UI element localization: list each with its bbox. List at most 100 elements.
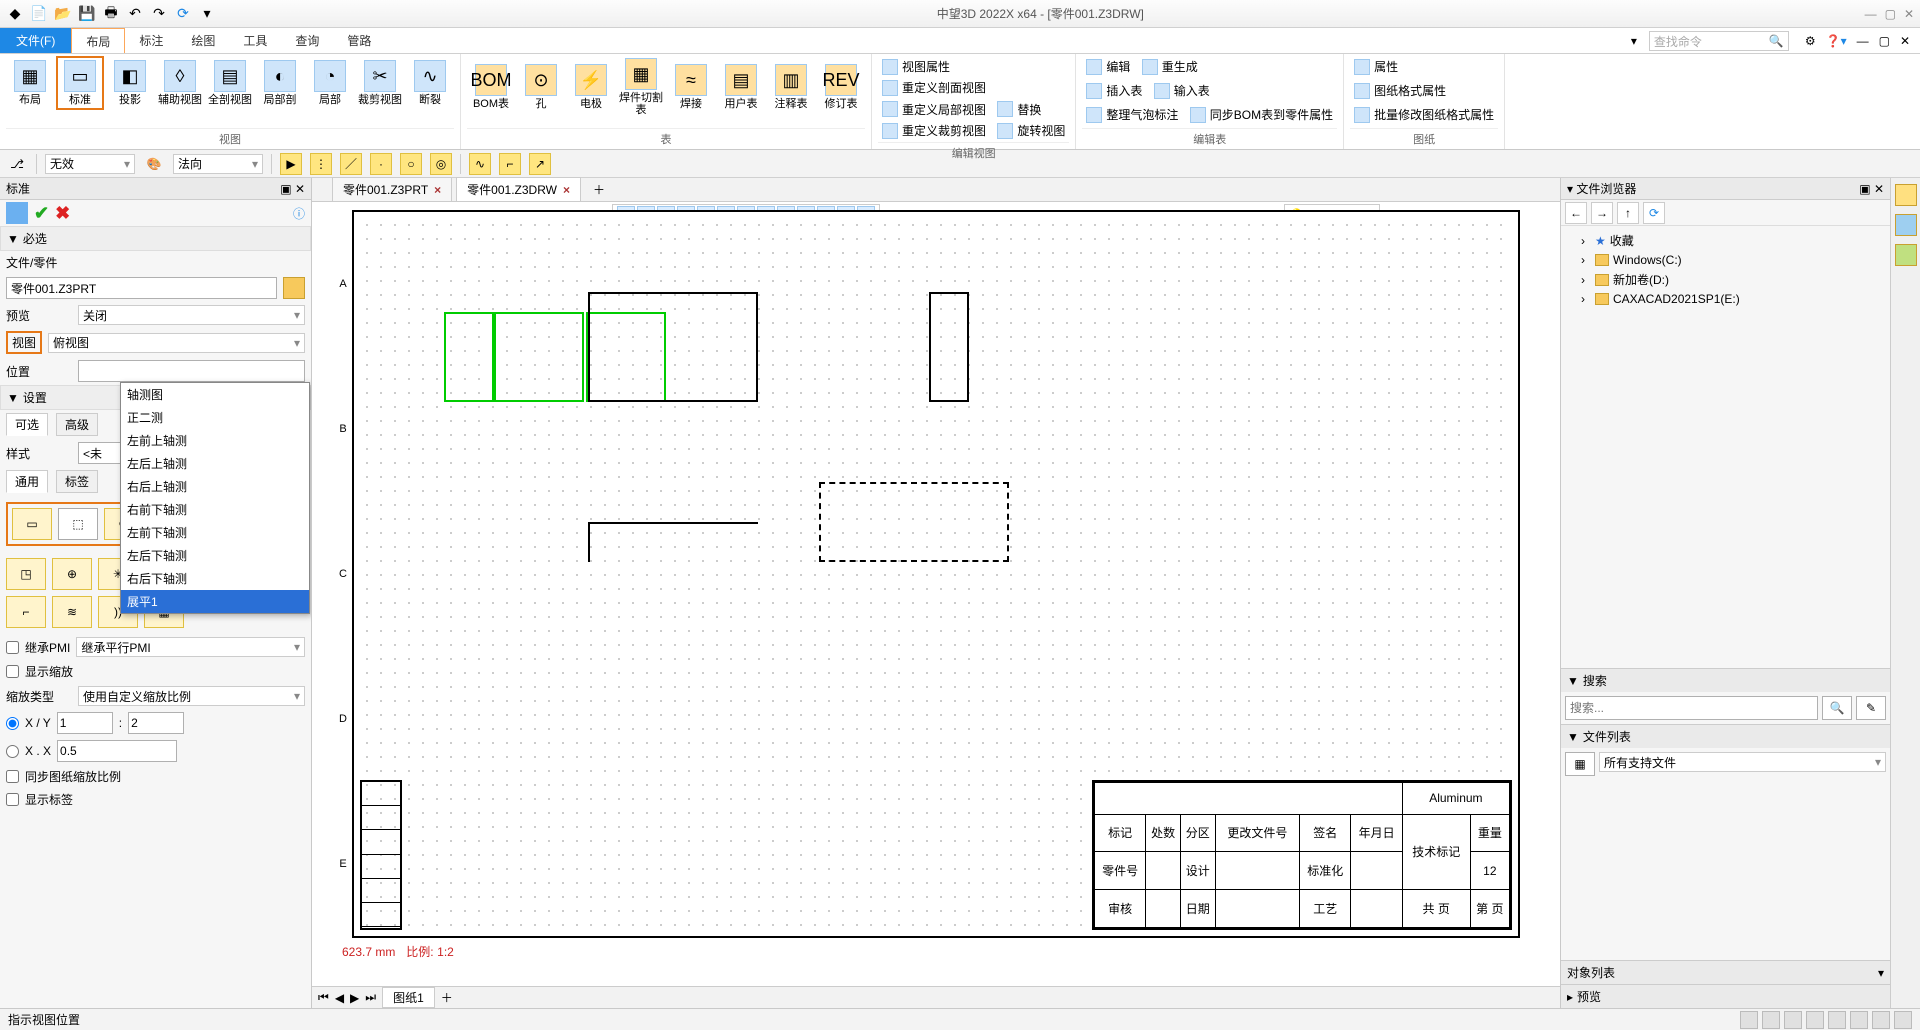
- inp-xy-a[interactable]: [57, 712, 113, 734]
- open-icon[interactable]: 📂: [54, 5, 72, 23]
- subtab-label[interactable]: 标签: [56, 470, 98, 493]
- dispmode-2[interactable]: ⬚: [58, 508, 98, 540]
- btn-view-props[interactable]: 视图属性: [878, 56, 1069, 77]
- new-icon[interactable]: 📄: [30, 5, 48, 23]
- section-required[interactable]: ▼ 必选: [0, 226, 311, 251]
- sheet-tab-1[interactable]: 图纸1: [382, 987, 435, 1008]
- dd-inherit-parallel[interactable]: 继承平行PMI: [76, 637, 305, 657]
- fr-1[interactable]: [1895, 184, 1917, 206]
- dd-filefilter[interactable]: 所有支持文件: [1599, 752, 1886, 772]
- radio-xx[interactable]: [6, 745, 19, 758]
- btn-break[interactable]: ∿断裂: [406, 56, 454, 110]
- tab-draw[interactable]: 绘图: [177, 28, 229, 53]
- btn-note-table[interactable]: ▥注释表: [767, 56, 815, 118]
- minimize-icon[interactable]: —: [1865, 7, 1877, 21]
- sheet-first-icon[interactable]: ⏮: [318, 990, 329, 1005]
- snap-1[interactable]: ⋮: [310, 153, 332, 175]
- close-tab-icon[interactable]: ×: [434, 183, 441, 197]
- snap-6[interactable]: ∿: [469, 153, 491, 175]
- subtab-general[interactable]: 通用: [6, 470, 48, 493]
- btn-replace[interactable]: 替换: [993, 99, 1045, 120]
- canvas[interactable]: 💡 Layer0000 ▾ ABCDE: [312, 202, 1560, 986]
- btn-redef-local[interactable]: 重定义局部视图: [878, 99, 990, 120]
- search-btn[interactable]: 🔍: [1822, 696, 1852, 720]
- command-search[interactable]: 查找命令🔍: [1649, 31, 1789, 51]
- btn-layout[interactable]: ▦布局: [6, 56, 54, 110]
- dd-view[interactable]: 俯视图: [48, 333, 305, 353]
- snap-7[interactable]: ⌐: [499, 153, 521, 175]
- save-icon[interactable]: 💾: [78, 5, 96, 23]
- btn-aux-view[interactable]: ◊辅助视图: [156, 56, 204, 110]
- input-filepart[interactable]: [6, 277, 277, 299]
- chk-inherit-pmi[interactable]: [6, 641, 19, 654]
- tree-e[interactable]: ›CAXACAD2021SP1(E:): [1565, 290, 1886, 308]
- tree-d[interactable]: ›新加卷(D:): [1565, 269, 1886, 290]
- close-icon[interactable]: ✕: [1904, 7, 1914, 21]
- panel-close-icon[interactable]: ✕: [1874, 182, 1884, 196]
- btn-standard[interactable]: ▭标准: [56, 56, 104, 110]
- help-icon[interactable]: ❓▾: [1826, 34, 1847, 48]
- btn-full-section[interactable]: ▤全剖视图: [206, 56, 254, 110]
- st-2[interactable]: [1762, 1011, 1780, 1029]
- snap-4[interactable]: ○: [400, 153, 422, 175]
- fr-3[interactable]: [1895, 244, 1917, 266]
- st-4[interactable]: [1806, 1011, 1824, 1029]
- chk-show-scale[interactable]: [6, 665, 19, 678]
- tab-optional[interactable]: 可选: [6, 413, 48, 436]
- opt-rbd[interactable]: 右后下轴测: [121, 567, 309, 590]
- gear-icon[interactable]: ⚙: [1805, 34, 1816, 48]
- optico-2[interactable]: ⊕: [52, 558, 92, 590]
- dropdown-icon[interactable]: ▾: [198, 5, 216, 23]
- tab-piping[interactable]: 管路: [333, 28, 385, 53]
- nav-refresh-icon[interactable]: ⟳: [1643, 202, 1665, 224]
- snap-2[interactable]: ／: [340, 153, 362, 175]
- btn-sync-bom[interactable]: 同步BOM表到零件属性: [1186, 104, 1337, 125]
- tree-c[interactable]: ›Windows(C:): [1565, 251, 1886, 269]
- print-icon[interactable]: 🖶: [102, 5, 120, 23]
- btn-weld[interactable]: ≈焊接: [667, 56, 715, 118]
- btn-regen[interactable]: 重生成: [1138, 56, 1202, 77]
- sheet-add-icon[interactable]: ＋: [441, 989, 453, 1006]
- nav-back-icon[interactable]: ←: [1565, 202, 1587, 224]
- input-position[interactable]: [78, 360, 305, 382]
- inp-xy-b[interactable]: [128, 712, 184, 734]
- opt-lfu[interactable]: 左前上轴测: [121, 429, 309, 452]
- maximize-icon[interactable]: ▢: [1885, 7, 1896, 21]
- optico-7[interactable]: ⌐: [6, 596, 46, 628]
- ok-button[interactable]: ✔: [34, 203, 49, 224]
- sheet-prev-icon[interactable]: ◀: [335, 991, 344, 1005]
- optico-1[interactable]: ◳: [6, 558, 46, 590]
- filelist-view-icon[interactable]: ▦: [1565, 752, 1595, 776]
- ribbon-min-icon[interactable]: ▾: [1625, 28, 1643, 53]
- btn-input-table[interactable]: 输入表: [1150, 80, 1214, 101]
- btn-sheet-format[interactable]: 图纸格式属性: [1350, 80, 1498, 101]
- browse-icon[interactable]: [283, 277, 305, 299]
- btn-insert-table[interactable]: 插入表: [1082, 80, 1146, 101]
- opt-lbd[interactable]: 左后下轴测: [121, 544, 309, 567]
- btn-props[interactable]: 属性: [1350, 56, 1498, 77]
- tool-a[interactable]: ⎇: [6, 153, 28, 175]
- undo-icon[interactable]: ↶: [126, 5, 144, 23]
- sheet-next-icon[interactable]: ▶: [350, 991, 359, 1005]
- close-tab-icon[interactable]: ×: [563, 183, 570, 197]
- optico-8[interactable]: ≋: [52, 596, 92, 628]
- btn-rev-table[interactable]: REV修订表: [817, 56, 865, 118]
- snap-5[interactable]: ◎: [430, 153, 452, 175]
- btn-hole[interactable]: ⊙孔: [517, 56, 565, 118]
- btn-batch-format[interactable]: 批量修改图纸格式属性: [1350, 104, 1498, 125]
- snap-8[interactable]: ↗: [529, 153, 551, 175]
- opt-flatten1[interactable]: 展平1: [121, 590, 309, 613]
- tab-tools[interactable]: 工具: [229, 28, 281, 53]
- inp-xx[interactable]: [57, 740, 177, 762]
- fr-2[interactable]: [1895, 214, 1917, 236]
- tree-fav[interactable]: ›★收藏: [1565, 230, 1886, 251]
- dd-scale-type[interactable]: 使用自定义缩放比例: [78, 686, 305, 706]
- st-1[interactable]: [1740, 1011, 1758, 1029]
- btn-local-section[interactable]: ◐局部剖: [256, 56, 304, 110]
- tab-layout[interactable]: 布局: [71, 28, 125, 53]
- btn-rotate-view[interactable]: 旋转视图: [993, 120, 1069, 141]
- doctab-prt[interactable]: 零件001.Z3PRT×: [332, 177, 452, 201]
- btn-redef-section[interactable]: 重定义剖面视图: [878, 77, 990, 98]
- dd-preview[interactable]: 关闭: [78, 305, 305, 325]
- file-menu[interactable]: 文件(F): [0, 28, 71, 53]
